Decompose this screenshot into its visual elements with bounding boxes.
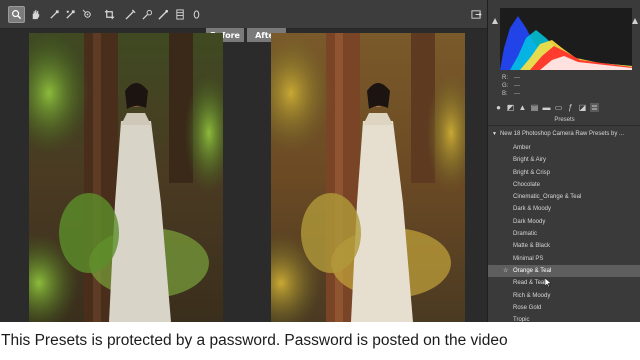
preset-label: Bright & Crisp xyxy=(513,169,551,176)
radial-filter-icon[interactable] xyxy=(190,8,203,21)
preset-item[interactable]: Amber xyxy=(488,142,640,154)
right-panel: R: --- G: --- B: --- ● ◩ ▲ ▤ ▬ ▭ ƒ ◪ ≣ Pres… xyxy=(487,0,640,323)
preset-label: Cinematic_Orange & Teal xyxy=(513,194,582,201)
straighten-icon[interactable] xyxy=(124,8,137,21)
presets-icon[interactable]: ≣ xyxy=(590,102,599,112)
highlight-clipping-icon[interactable] xyxy=(632,11,638,24)
preset-item[interactable]: Rich & Moody xyxy=(488,290,640,302)
rgb-readout: R: --- G: --- B: --- xyxy=(502,74,520,98)
preset-item[interactable]: Chocolate xyxy=(488,179,640,191)
spot-removal-icon[interactable] xyxy=(141,8,154,21)
calibration-icon[interactable]: ◪ xyxy=(578,103,587,112)
tone-curve-icon[interactable]: ◩ xyxy=(506,103,515,112)
preset-item[interactable]: Bright & Crisp xyxy=(488,167,640,179)
preset-label: Matte & Black xyxy=(513,243,551,250)
lens-icon[interactable]: ▭ xyxy=(554,103,563,112)
g-value: --- xyxy=(514,83,520,89)
zoom-icon[interactable] xyxy=(8,6,25,23)
disclosure-triangle-icon[interactable]: ▼ xyxy=(492,131,497,137)
red-eye-icon[interactable] xyxy=(157,8,170,21)
star-icon[interactable]: ☆ xyxy=(503,265,508,277)
mouse-cursor-icon xyxy=(545,278,551,287)
preset-item[interactable]: Read & Teal xyxy=(488,277,640,289)
preset-label: Bright & Airy xyxy=(513,157,547,164)
g-label: G: xyxy=(502,83,509,89)
preset-folder-name: New 18 Photoshop Camera Raw Presets by .… xyxy=(499,131,625,137)
r-value: --- xyxy=(514,75,520,81)
presets-title: Presets xyxy=(488,115,640,126)
shadow-clipping-icon[interactable] xyxy=(492,11,498,24)
target-adjust-icon[interactable] xyxy=(81,8,94,21)
preset-folder[interactable]: ▼ New 18 Photoshop Camera Raw Presets by … xyxy=(492,131,624,137)
white-balance-icon[interactable] xyxy=(48,8,61,21)
r-label: R: xyxy=(502,75,508,81)
preset-list: Amber Bright & Airy Bright & Crisp Choco… xyxy=(488,142,640,326)
preset-item[interactable]: Rose Gold xyxy=(488,302,640,314)
preset-item[interactable]: Matte & Black xyxy=(488,240,640,252)
preset-item[interactable]: Bright & Airy xyxy=(488,154,640,166)
preset-label: Amber xyxy=(513,145,531,151)
preset-label: Chocolate xyxy=(513,181,541,188)
preset-label: Dark & Moody xyxy=(513,206,552,213)
preset-item[interactable]: Cinematic_Orange & Teal xyxy=(488,191,640,203)
preset-label: Minimal PS xyxy=(513,255,544,262)
preset-item[interactable]: Dark & Moody xyxy=(488,203,640,215)
preset-label: Dramatic xyxy=(513,231,538,238)
detail-icon[interactable]: ▲ xyxy=(518,103,527,112)
preset-item[interactable]: Dark Moody xyxy=(488,216,640,228)
preset-label: Read & Teal xyxy=(513,280,546,287)
preset-label: Rich & Moody xyxy=(513,292,551,299)
preset-item-selected[interactable]: ☆ Orange & Teal xyxy=(488,264,640,278)
basic-icon[interactable]: ● xyxy=(494,103,503,112)
b-value: --- xyxy=(514,91,520,97)
split-toning-icon[interactable]: ▬ xyxy=(542,103,551,112)
b-label: B: xyxy=(502,91,508,97)
effects-icon[interactable]: ƒ xyxy=(566,103,575,112)
preset-label: Orange & Teal xyxy=(513,267,552,274)
preset-label: Rose Gold xyxy=(513,304,542,311)
hsl-icon[interactable]: ▤ xyxy=(530,103,539,112)
preset-item[interactable]: Dramatic xyxy=(488,228,640,240)
hand-icon[interactable] xyxy=(29,8,42,21)
preset-label: Dark Moody xyxy=(513,218,546,225)
histogram xyxy=(500,8,632,70)
color-sampler-icon[interactable] xyxy=(64,8,77,21)
preset-item[interactable]: Minimal PS xyxy=(488,253,640,265)
before-image xyxy=(29,33,223,322)
caption-text: This Presets is protected by a password.… xyxy=(0,322,640,360)
graduated-filter-icon[interactable] xyxy=(174,8,187,21)
panel-tabs: ● ◩ ▲ ▤ ▬ ▭ ƒ ◪ ≣ xyxy=(494,101,634,113)
toolbar xyxy=(0,0,487,29)
after-image xyxy=(271,33,465,322)
open-preferences-icon[interactable] xyxy=(470,8,483,21)
crop-icon[interactable] xyxy=(103,8,116,21)
